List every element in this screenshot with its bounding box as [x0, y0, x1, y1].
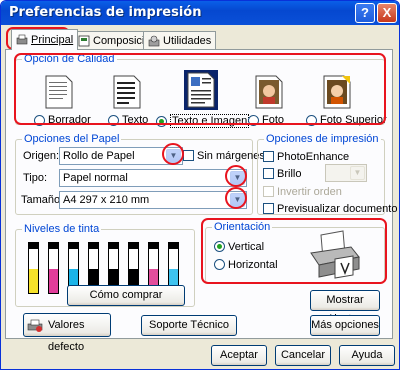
text-icon: [113, 75, 141, 109]
quality-option-borrador[interactable]: Borrador: [34, 114, 91, 126]
quality-option-texto[interactable]: Texto: [108, 114, 148, 126]
label-texto: Texto: [122, 114, 149, 126]
label-foto: Foto: [262, 114, 285, 126]
tab-principal[interactable]: Principal: [11, 29, 79, 50]
source-select[interactable]: Rollo de Papel ▼: [59, 147, 183, 165]
tab-principal-label: Principal: [31, 34, 74, 46]
brillo-select[interactable]: ▼: [325, 164, 367, 182]
radio-vertical[interactable]: [214, 241, 225, 252]
ink-level-fill: [49, 268, 58, 293]
printer-orientation-icon: [310, 230, 360, 279]
chevron-down-icon[interactable]: ▼: [230, 193, 245, 207]
ink-cartridge: [48, 248, 59, 294]
preview-label: Previsualizar documento: [277, 203, 398, 215]
borderless-checkbox[interactable]: [183, 150, 194, 161]
quality-option-foto[interactable]: Foto: [248, 114, 284, 126]
ink-cartridge: [28, 248, 39, 294]
size-label: Tamaño:: [21, 194, 64, 206]
radio-texto[interactable]: [108, 114, 119, 126]
ok-button[interactable]: Aceptar: [211, 345, 267, 366]
label-foto-superior: Foto Superior: [320, 114, 387, 126]
quality-option-texto-imagen[interactable]: Texto e Imagen: [156, 114, 250, 128]
source-label: Origen:: [23, 150, 60, 162]
label-borrador: Borrador: [48, 114, 91, 126]
radio-texto-imagen[interactable]: [156, 115, 167, 127]
cancel-button[interactable]: Cancelar: [275, 345, 331, 366]
more-options-button[interactable]: Más opciones: [310, 315, 380, 336]
source-value: Rollo de Papel: [63, 150, 135, 162]
type-select[interactable]: Papel normal ▼: [59, 169, 247, 187]
print-options-title: Opciones de impresión: [264, 133, 381, 145]
title-bar: Preferencias de impresión ? X: [1, 1, 399, 25]
text-image-icon: [184, 70, 218, 110]
invert-order-checkbox[interactable]: [263, 186, 274, 197]
tab-utilidades-label: Utilidades: [163, 34, 212, 47]
printer-icon: [16, 34, 28, 45]
borderless-label: Sin márgenes: [197, 150, 265, 162]
default-values-button[interactable]: Valores defecto: [23, 313, 111, 353]
support-button[interactable]: Soporte Técnico: [141, 315, 237, 336]
quality-option-foto-superior[interactable]: Foto Superior: [306, 114, 387, 126]
horizontal-label: Horizontal: [228, 259, 278, 271]
size-value: A4 297 x 210 mm: [63, 194, 150, 206]
paper-options-title: Opciones del Papel: [22, 133, 122, 145]
brillo-label: Brillo: [277, 168, 302, 180]
help-title-button[interactable]: ?: [355, 3, 375, 23]
preview-checkbox[interactable]: [263, 203, 274, 214]
photo-superior-icon: [323, 75, 351, 109]
tools-icon: [148, 35, 160, 46]
chevron-down-icon[interactable]: ▼: [166, 149, 181, 163]
vertical-label: Vertical: [228, 241, 265, 253]
reset-printer-icon: [27, 319, 43, 332]
chevron-down-icon[interactable]: ▼: [350, 166, 365, 180]
how-to-buy-button[interactable]: Cómo comprar: [67, 285, 185, 306]
type-value: Papel normal: [63, 172, 128, 184]
tab-utilidades[interactable]: Utilidades: [143, 31, 217, 49]
draft-icon: [45, 75, 73, 109]
photoenhance-label: PhotoEnhance: [277, 151, 350, 163]
type-label: Tipo:: [23, 172, 48, 184]
radio-foto[interactable]: [248, 114, 259, 126]
default-values-label: Valores defecto: [48, 319, 85, 353]
quality-group-title: Opción de Calidad: [22, 53, 117, 65]
label-texto-imagen: Texto e Imagen: [170, 114, 250, 128]
orientation-title: Orientación: [212, 221, 273, 233]
photoenhance-checkbox[interactable]: [263, 151, 274, 162]
quality-group: Opción de Calidad Borrador Texto Texto e…: [15, 53, 387, 128]
photo-icon: [255, 75, 283, 109]
ink-level-fill: [29, 268, 38, 293]
invert-order-label: Invertir orden: [277, 186, 342, 198]
help-button[interactable]: Ayuda: [339, 345, 395, 366]
close-button[interactable]: X: [377, 3, 397, 23]
window-title: Preferencias de impresión: [9, 5, 202, 20]
radio-horizontal[interactable]: [214, 259, 225, 270]
ink-levels-title: Niveles de tinta: [22, 223, 102, 235]
show-settings-button[interactable]: Mostrar Ajustes: [310, 290, 380, 325]
radio-borrador[interactable]: [34, 114, 45, 126]
chevron-down-icon[interactable]: ▼: [230, 171, 245, 185]
print-preferences-window: Preferencias de impresión ? X Principal …: [0, 0, 400, 370]
size-select[interactable]: A4 297 x 210 mm ▼: [59, 191, 247, 209]
layout-icon: [78, 35, 90, 46]
brillo-checkbox[interactable]: [263, 168, 274, 179]
radio-foto-superior[interactable]: [306, 114, 317, 126]
